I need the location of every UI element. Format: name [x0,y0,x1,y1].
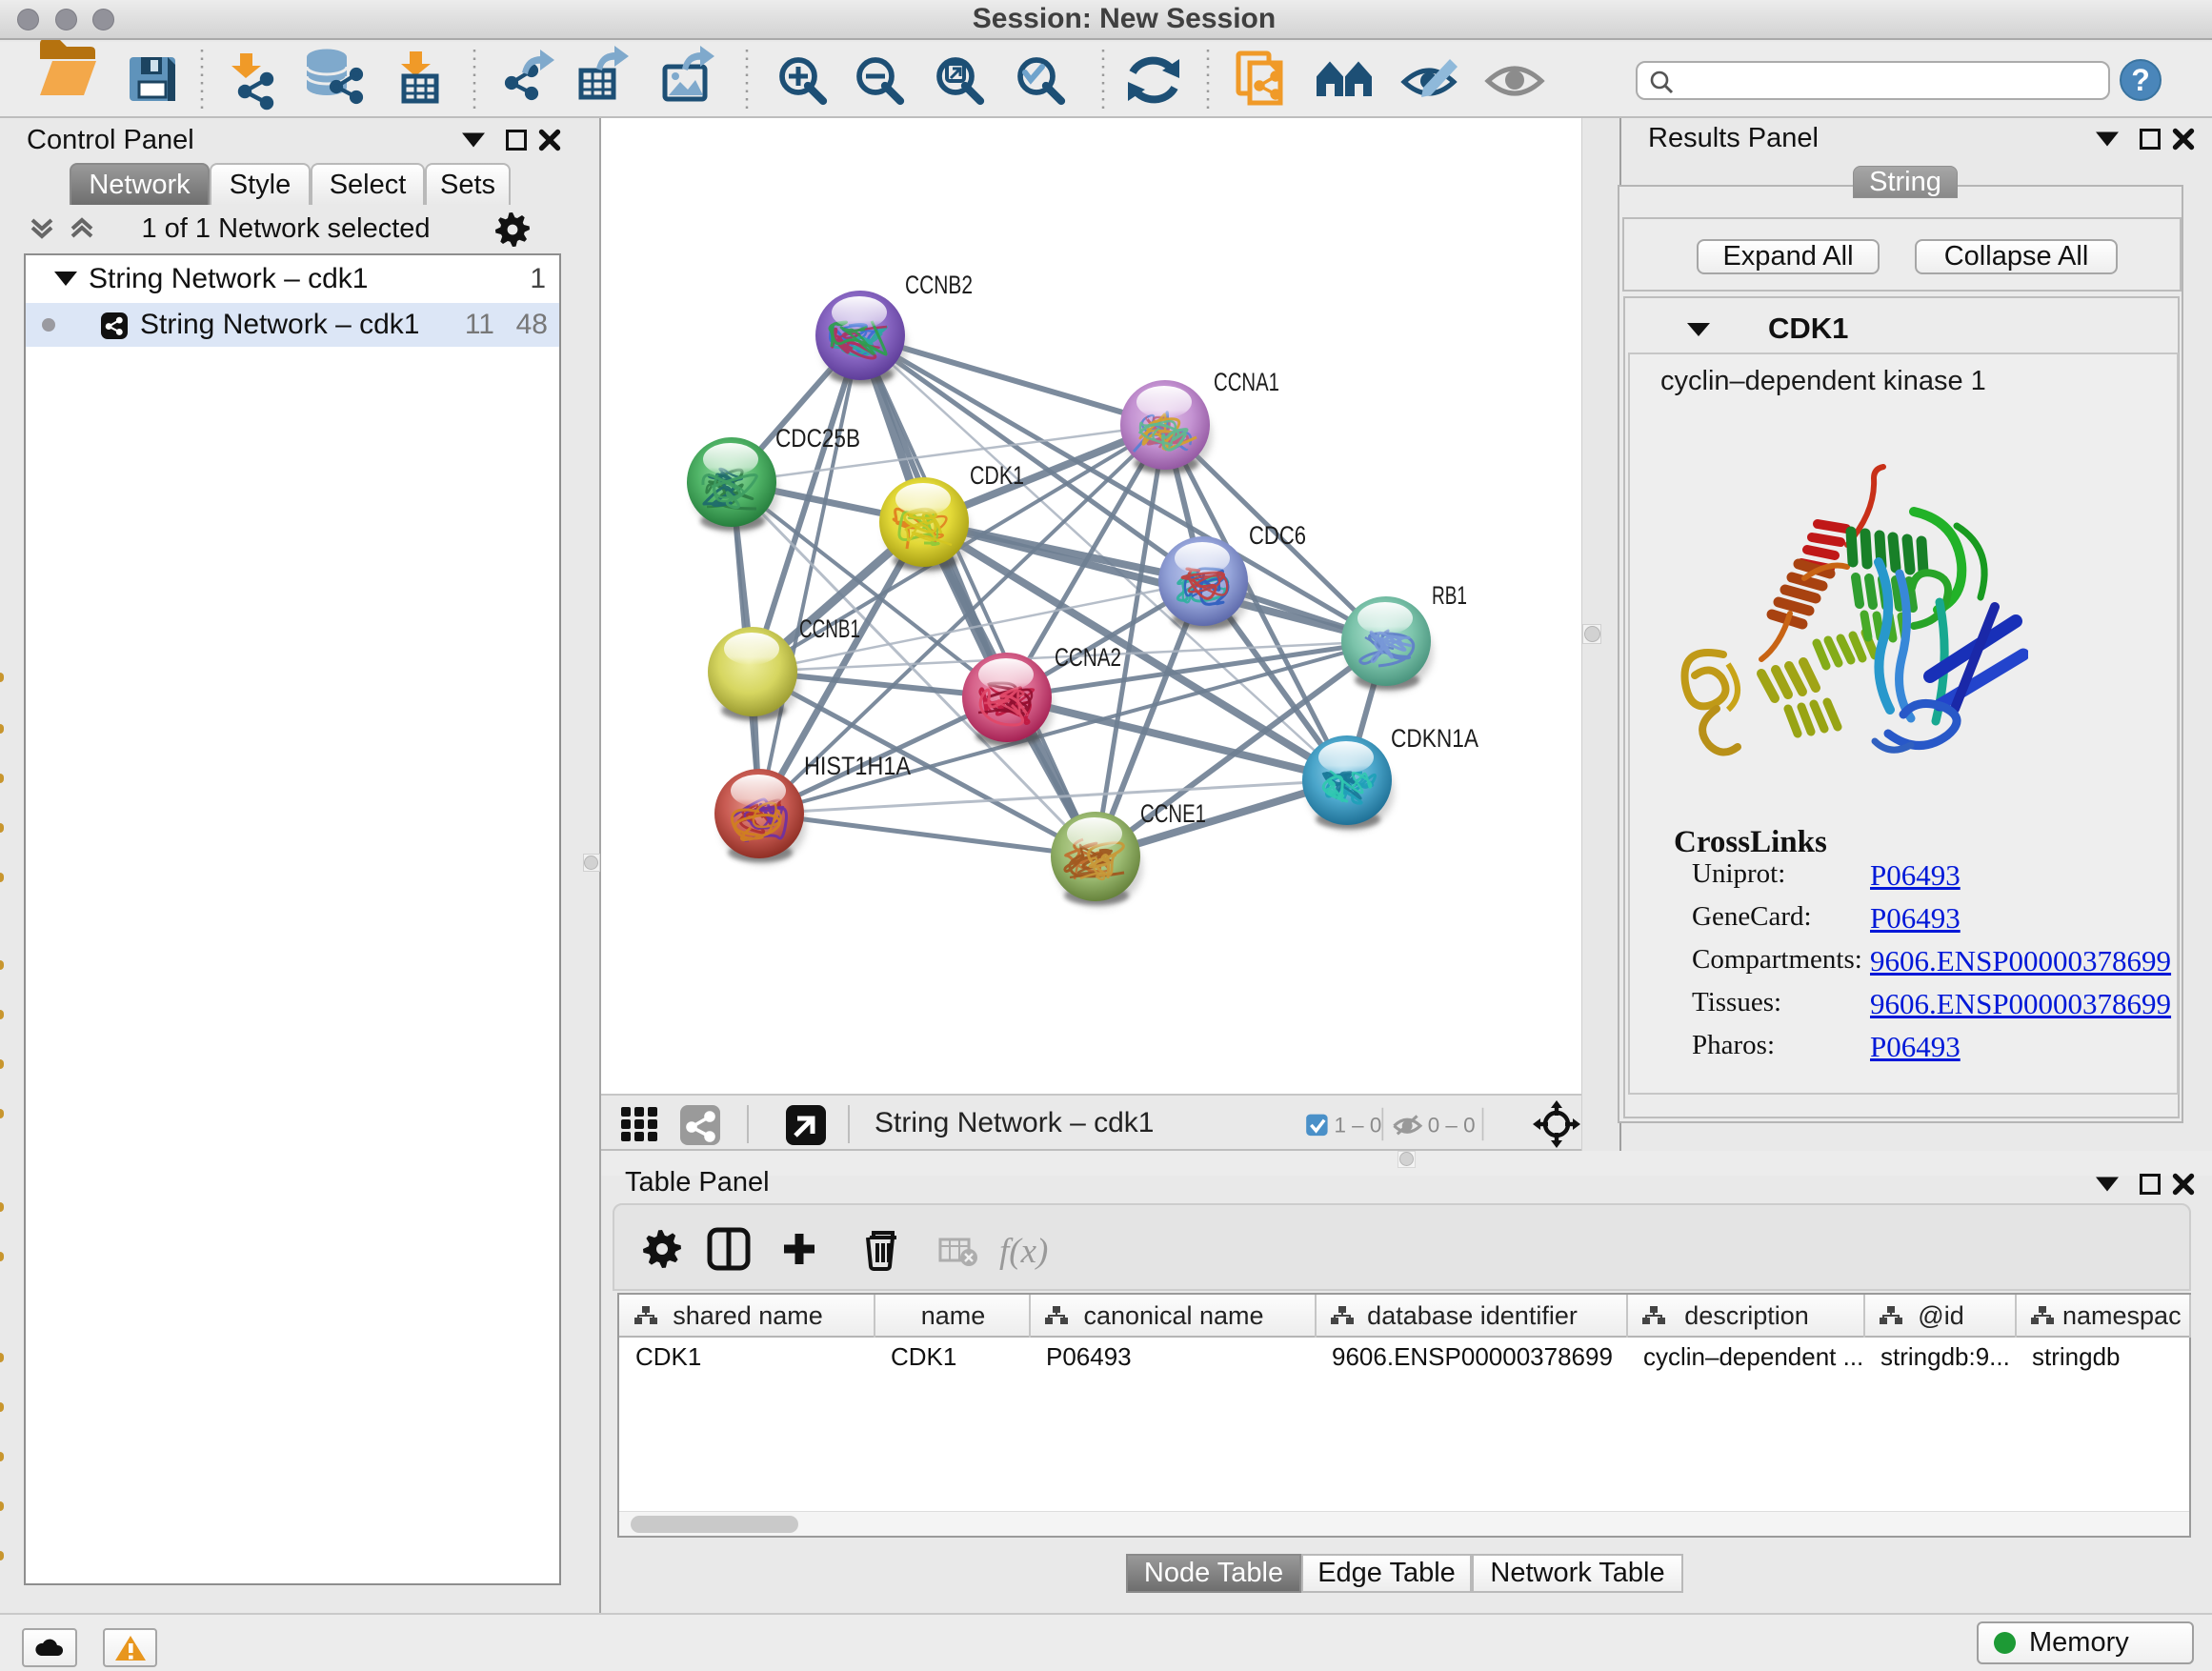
svg-text:CDKN1A: CDKN1A [1391,724,1478,753]
svg-text:CCNA2: CCNA2 [1055,643,1121,672]
svg-text:HIST1H1A: HIST1H1A [804,752,911,780]
svg-text:CCNB2: CCNB2 [905,271,973,299]
svg-text:CCNA1: CCNA1 [1214,368,1279,396]
svg-text:0 – 0: 0 – 0 [1428,1114,1476,1137]
svg-text:f(x): f(x) [999,1232,1048,1271]
svg-text:CCNE1: CCNE1 [1140,799,1206,828]
svg-text:CCNB1: CCNB1 [799,614,860,643]
svg-text:CDC6: CDC6 [1249,521,1306,550]
svg-text:RB1: RB1 [1432,581,1467,610]
svg-text:CDK1: CDK1 [970,461,1024,490]
svg-text:CDC25B: CDC25B [775,424,860,453]
svg-text:1 – 0: 1 – 0 [1334,1114,1381,1137]
